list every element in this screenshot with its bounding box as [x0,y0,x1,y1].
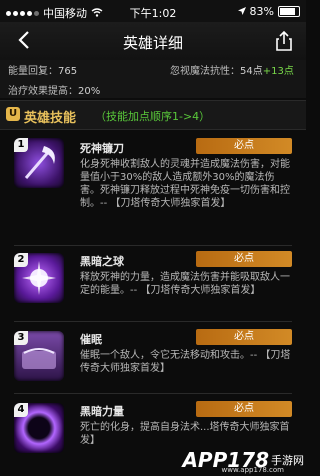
skill-description: 催眠一个敌人，令它无法移动和攻击。-- 【刀塔传奇大师独家首发】 [80,350,291,374]
watermark-url: www.app178.com [221,466,284,474]
dark-power-icon: 4 [14,403,64,453]
must-learn-badge: 必点 [196,401,292,417]
section-title: 英雄技能 [24,111,77,126]
skill-name: 死神镰刀 [80,142,124,155]
skills-section-header: U 英雄技能 （技能加点顺序1->4） [0,100,306,130]
divider [14,321,292,322]
skill-description: 释放死神的力量，造成魔法伤害并能吸取敌人一定的能量。-- 【刀塔传奇大师独家首发… [80,272,290,296]
hypnosis-icon: 3 [14,331,64,381]
skill-item[interactable]: 3 催眠 必点 催眠一个敌人，令它无法移动和攻击。-- 【刀塔传奇大师独家首发】 [0,327,306,389]
divider [14,393,292,394]
skills-section-icon: U [6,107,20,121]
dark-orb-icon: 2 [14,253,64,303]
stat-mana-regen: 能量回复：765 [8,66,78,77]
hero-stats: 能量回复：765 忽视魔法抗性：54点+13点 治疗效果提高：20% [0,60,306,98]
battery-icon [278,6,300,17]
must-learn-badge: 必点 [196,251,292,267]
skill-description: 死亡的化身，提高自身法术...塔传奇大师独家首发】 [80,422,290,446]
divider [14,245,292,246]
page-title: 英雄详细 [122,34,183,52]
battery-percent: 83% [249,5,274,18]
status-bar: 中国移动 下午1:02 83% [0,0,306,22]
nav-bar: 英雄详细 [0,22,306,61]
skill-item[interactable]: 2 黑暗之球 必点 释放死神的力量，造成魔法伤害并能吸取敌人一定的能量。-- 【… [0,249,306,317]
skill-name: 黑暗力量 [80,405,124,418]
must-learn-badge: 必点 [196,138,292,154]
skill-number: 4 [14,403,28,417]
skill-number: 1 [14,138,28,152]
share-icon [276,30,292,51]
stat-magic-resist: 忽视魔法抗性：54点+13点 [170,66,294,77]
scythe-icon: 1 [14,138,64,188]
location-icon [237,5,246,18]
skill-description: 化身死神收割敌人的灵魂并造成魔法伤害，对能量值小于30%的敌人造成额外30%的魔… [80,159,290,209]
section-subtitle: （技能加点顺序1->4） [95,110,211,123]
skill-number: 3 [14,331,28,345]
watermark-logo: APP178 手游网 www.app178.com [182,448,304,474]
skill-item[interactable]: 1 死神镰刀 必点 化身死神收割敌人的灵魂并造成魔法伤害，对能量值小于30%的敌… [0,134,306,244]
must-learn-badge: 必点 [196,329,292,345]
skill-number: 2 [14,253,28,267]
skill-name: 黑暗之球 [80,255,124,268]
stat-heal-bonus: 治疗效果提高：20% [8,86,101,97]
skill-name: 催眠 [80,333,102,346]
share-button[interactable] [272,29,296,53]
